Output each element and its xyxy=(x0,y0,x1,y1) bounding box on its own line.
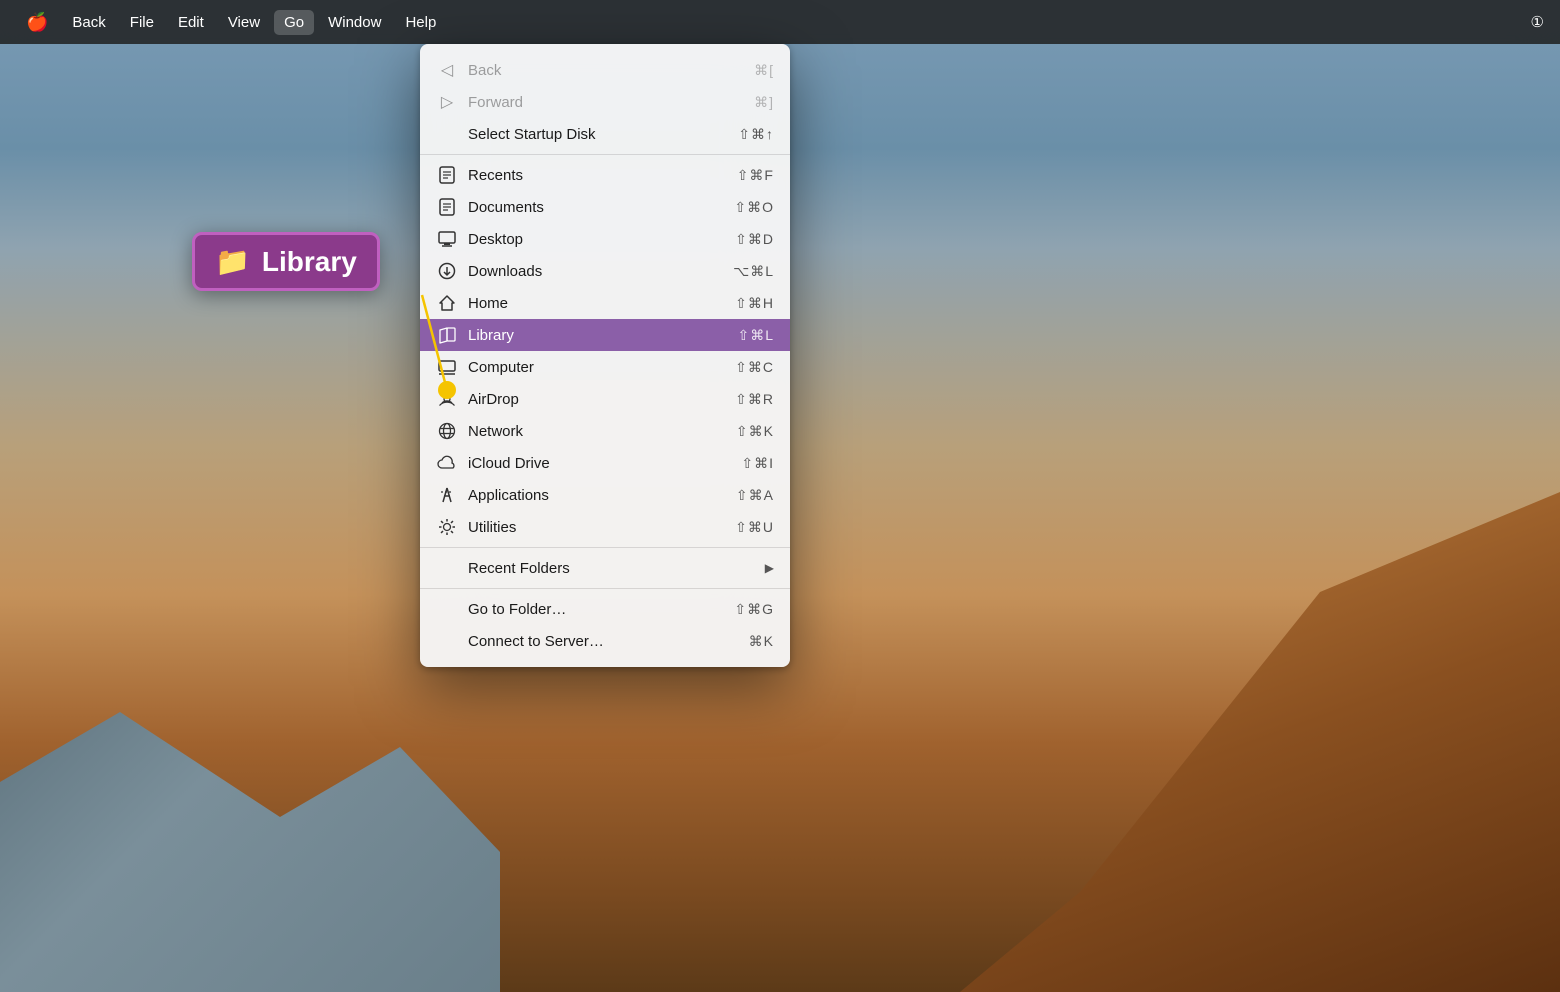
computer-shortcut: ⇧⌘C xyxy=(735,359,774,376)
menu-item-forward[interactable]: ▷ Forward ⌘] xyxy=(420,86,790,118)
menu-item-applications[interactable]: Applications ⇧⌘A xyxy=(420,479,790,511)
utilities-icon xyxy=(436,516,458,538)
forward-shortcut: ⌘] xyxy=(754,94,774,111)
menu-section-navigation: ◁ Back ⌘[ ▷ Forward ⌘] Select Startup Di… xyxy=(420,50,790,154)
recent-folders-label: Recent Folders xyxy=(468,560,765,577)
menu-item-airdrop[interactable]: AirDrop ⇧⌘R xyxy=(420,383,790,415)
menu-item-library[interactable]: Library ⇧⌘L xyxy=(420,319,790,351)
network-label: Network xyxy=(468,423,736,440)
forward-icon: ▷ xyxy=(436,91,458,113)
recents-icon xyxy=(436,164,458,186)
applications-icon xyxy=(436,484,458,506)
connect-server-shortcut: ⌘K xyxy=(749,633,774,650)
documents-shortcut: ⇧⌘O xyxy=(734,199,774,216)
library-icon xyxy=(436,324,458,346)
menu-item-icloud[interactable]: iCloud Drive ⇧⌘I xyxy=(420,447,790,479)
control-center-icon[interactable]: ① xyxy=(1531,13,1544,31)
startup-disk-shortcut: ⇧⌘↑ xyxy=(738,126,774,143)
menu-item-connect-server[interactable]: Connect to Server… ⌘K xyxy=(420,625,790,657)
menu-item-back[interactable]: ◁ Back ⌘[ xyxy=(420,54,790,86)
menu-item-downloads[interactable]: Downloads ⌥⌘L xyxy=(420,255,790,287)
menu-section-recent-folders: Recent Folders ▶ xyxy=(420,547,790,588)
applications-label: Applications xyxy=(468,487,736,504)
computer-label: Computer xyxy=(468,359,735,376)
forward-label: Forward xyxy=(468,94,754,111)
home-label: Home xyxy=(468,295,735,312)
menubar-file[interactable]: File xyxy=(120,10,164,35)
connect-server-label: Connect to Server… xyxy=(468,633,749,650)
menubar-go[interactable]: Go xyxy=(274,10,314,35)
utilities-shortcut: ⇧⌘U xyxy=(735,519,774,536)
apple-menu[interactable]: 🍎 xyxy=(16,8,58,37)
network-shortcut: ⇧⌘K xyxy=(736,423,774,440)
desktop-shortcut: ⇧⌘D xyxy=(735,231,774,248)
library-menu-label: Library xyxy=(468,327,737,344)
menu-item-recents[interactable]: Recents ⇧⌘F xyxy=(420,159,790,191)
menubar-finder[interactable]: Back xyxy=(62,10,115,35)
downloads-label: Downloads xyxy=(468,263,733,280)
recent-folders-icon xyxy=(436,557,458,579)
menubar-help[interactable]: Help xyxy=(395,10,446,35)
menu-item-goto-folder[interactable]: Go to Folder… ⇧⌘G xyxy=(420,593,790,625)
yellow-dot xyxy=(438,381,456,399)
menubar-edit[interactable]: Edit xyxy=(168,10,214,35)
airdrop-label: AirDrop xyxy=(468,391,735,408)
back-icon: ◁ xyxy=(436,59,458,81)
computer-icon xyxy=(436,356,458,378)
menu-item-startup-disk[interactable]: Select Startup Disk ⇧⌘↑ xyxy=(420,118,790,150)
recents-label: Recents xyxy=(468,167,737,184)
library-callout-icon: 📁 xyxy=(215,245,250,278)
menu-item-home[interactable]: Home ⇧⌘H xyxy=(420,287,790,319)
menu-item-computer[interactable]: Computer ⇧⌘C xyxy=(420,351,790,383)
library-shortcut: ⇧⌘L xyxy=(737,327,774,344)
recent-folders-arrow: ▶ xyxy=(765,561,774,575)
library-annotation-box: 📁 Library xyxy=(192,232,380,291)
icloud-shortcut: ⇧⌘I xyxy=(741,455,774,472)
documents-icon xyxy=(436,196,458,218)
applications-shortcut: ⇧⌘A xyxy=(736,487,774,504)
menubar-right: ① xyxy=(1531,13,1544,31)
home-icon xyxy=(436,292,458,314)
downloads-shortcut: ⌥⌘L xyxy=(733,263,774,280)
goto-folder-label: Go to Folder… xyxy=(468,601,734,618)
menubar-view[interactable]: View xyxy=(218,10,270,35)
documents-label: Documents xyxy=(468,199,734,216)
icloud-icon xyxy=(436,452,458,474)
icloud-label: iCloud Drive xyxy=(468,455,741,472)
menubar-window[interactable]: Window xyxy=(318,10,391,35)
desktop-icon xyxy=(436,228,458,250)
downloads-icon xyxy=(436,260,458,282)
connect-server-icon xyxy=(436,630,458,652)
menu-item-documents[interactable]: Documents ⇧⌘O xyxy=(420,191,790,223)
menubar: 🍎 Back File Edit View Go Window Help ① xyxy=(0,0,1560,44)
menu-item-network[interactable]: Network ⇧⌘K xyxy=(420,415,790,447)
startup-disk-label: Select Startup Disk xyxy=(468,126,738,143)
startup-disk-icon xyxy=(436,123,458,145)
back-shortcut: ⌘[ xyxy=(754,62,774,79)
go-menu: ◁ Back ⌘[ ▷ Forward ⌘] Select Startup Di… xyxy=(420,44,790,667)
goto-folder-shortcut: ⇧⌘G xyxy=(734,601,774,618)
recents-shortcut: ⇧⌘F xyxy=(737,167,774,184)
network-icon xyxy=(436,420,458,442)
menu-section-goto: Go to Folder… ⇧⌘G Connect to Server… ⌘K xyxy=(420,588,790,661)
menu-item-utilities[interactable]: Utilities ⇧⌘U xyxy=(420,511,790,543)
home-shortcut: ⇧⌘H xyxy=(735,295,774,312)
airdrop-shortcut: ⇧⌘R xyxy=(735,391,774,408)
library-callout-label: Library xyxy=(262,246,357,278)
menu-section-places: Recents ⇧⌘F Documents ⇧⌘O xyxy=(420,154,790,547)
menu-item-recent-folders[interactable]: Recent Folders ▶ xyxy=(420,552,790,584)
library-callout: 📁 Library xyxy=(192,232,380,291)
back-label: Back xyxy=(468,62,754,79)
menu-item-desktop[interactable]: Desktop ⇧⌘D xyxy=(420,223,790,255)
desktop-label: Desktop xyxy=(468,231,735,248)
goto-folder-icon xyxy=(436,598,458,620)
utilities-label: Utilities xyxy=(468,519,735,536)
